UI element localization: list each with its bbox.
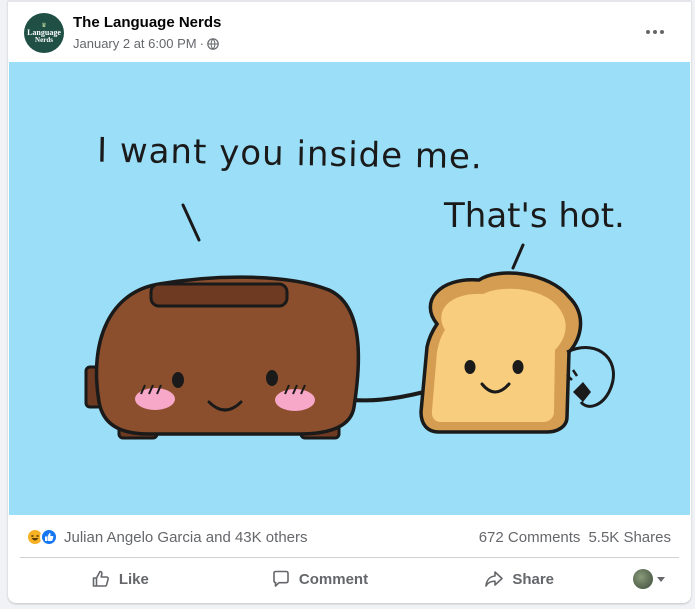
plug-icon — [573, 382, 591, 402]
globe-icon[interactable] — [207, 37, 219, 50]
reactions-text[interactable]: Julian Angelo Garcia and 43K others — [64, 529, 308, 546]
page-name[interactable]: The Language Nerds — [73, 14, 221, 31]
more-options-icon[interactable] — [637, 20, 673, 44]
toaster-blush-left — [135, 388, 175, 410]
post-timestamp[interactable]: January 2 at 6:00 PM — [73, 36, 197, 51]
like-icon — [40, 528, 58, 546]
post-meta: January 2 at 6:00 PM · — [73, 36, 219, 51]
reactions-summary[interactable]: Julian Angelo Garcia and 43K others — [26, 528, 308, 546]
page-avatar[interactable]: ♛ Language Nerds — [24, 13, 64, 53]
toaster-blush-right — [275, 389, 315, 411]
avatar-text-line2: Nerds — [35, 35, 53, 44]
speech-text-left: I want you inside me. — [96, 130, 484, 178]
post-header: ♛ Language Nerds The Language Nerds Janu… — [8, 0, 691, 62]
shares-count[interactable]: 5.5K Shares — [588, 529, 671, 546]
toaster-eye-right — [266, 370, 278, 386]
post-image[interactable]: I want you inside me. That's hot. — [9, 62, 690, 515]
post-stats: Julian Angelo Garcia and 43K others 672 … — [8, 517, 691, 557]
post-actions: Like Comment Share — [8, 558, 691, 600]
toast-eye-right — [512, 360, 524, 374]
profile-selector[interactable] — [619, 569, 679, 589]
reaction-icons — [26, 528, 58, 546]
comment-button[interactable]: Comment — [220, 561, 420, 597]
engagement-counts: 672 Comments 5.5K Shares — [479, 529, 671, 546]
post-card: ♛ Language Nerds The Language Nerds Janu… — [8, 0, 691, 603]
share-label: Share — [512, 570, 555, 588]
toaster-eye-left — [172, 372, 184, 388]
left-speech-tick — [181, 203, 201, 242]
comments-count[interactable]: 672 Comments — [479, 529, 581, 546]
toaster-cord — [353, 390, 425, 403]
comment-icon — [273, 570, 289, 587]
toast-eye-left — [464, 360, 476, 374]
thumbs-up-icon — [92, 570, 109, 587]
speech-text-right: That's hot. — [444, 196, 625, 236]
share-button[interactable]: Share — [419, 561, 619, 597]
right-speech-tick — [511, 243, 525, 270]
like-label: Like — [118, 570, 149, 588]
user-avatar — [633, 569, 654, 589]
toaster-slot — [149, 282, 289, 308]
comment-label: Comment — [298, 570, 369, 588]
meta-separator: · — [199, 36, 204, 51]
share-icon — [485, 571, 504, 587]
toast-cord — [566, 346, 615, 408]
like-button[interactable]: Like — [20, 561, 220, 597]
chevron-down-icon — [657, 576, 666, 582]
toast-face — [431, 288, 566, 422]
